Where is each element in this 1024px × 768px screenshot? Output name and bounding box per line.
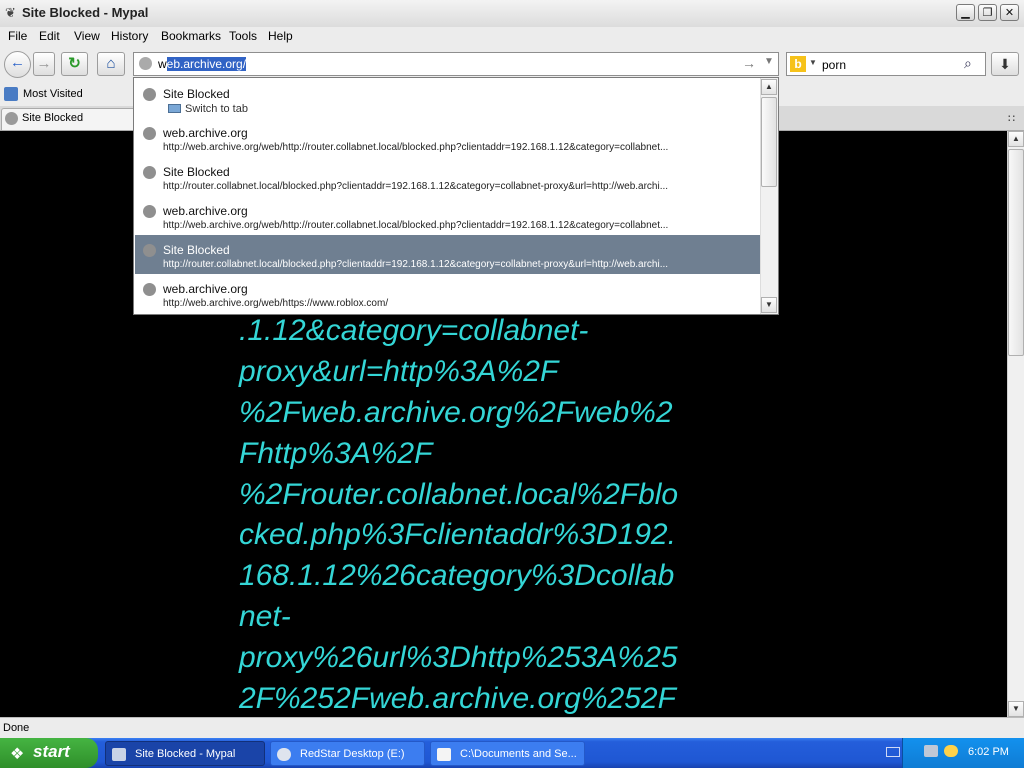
row-title: Site Blocked [163, 243, 230, 257]
globe-icon [143, 244, 156, 257]
download-button[interactable]: ⬇ [991, 52, 1019, 76]
task-label: RedStar Desktop (E:) [300, 748, 405, 760]
home-button[interactable]: ⌂ [97, 52, 125, 76]
archive-app-icon [437, 748, 451, 761]
row-title: Site Blocked [163, 87, 230, 101]
cd-drive-icon [277, 748, 291, 761]
blocked-url-text: .1.12&category=collabnet-proxy&url=http%… [239, 311, 759, 717]
row-title: web.archive.org [163, 282, 248, 296]
back-arrow-icon: ← [10, 54, 25, 71]
bing-engine-icon[interactable]: b [790, 56, 806, 72]
download-icon: ⬇ [999, 56, 1011, 72]
globe-icon [143, 283, 156, 296]
url-autofill-selection: eb.archive.org/ [166, 57, 247, 71]
autocomplete-row[interactable]: Site Blocked Switch to tab [135, 79, 760, 118]
menu-bookmarks[interactable]: Bookmarks [161, 29, 221, 43]
scroll-up-arrow-icon[interactable]: ▲ [761, 79, 777, 95]
menu-view[interactable]: View [74, 29, 100, 43]
globe-icon [139, 57, 152, 70]
browser-logo-icon: ❦ [5, 5, 16, 20]
taskbar-item-explorer[interactable]: C:\Documents and Se... [430, 741, 585, 766]
close-button[interactable]: ✕ [1000, 4, 1019, 21]
taskbar-item-mypal[interactable]: Site Blocked - Mypal [105, 741, 265, 766]
row-title: web.archive.org [163, 126, 248, 140]
row-url: http://router.collabnet.local/blocked.ph… [163, 181, 669, 192]
autocomplete-row[interactable]: web.archive.org http://web.archive.org/w… [135, 118, 760, 157]
switch-to-tab-icon [168, 104, 181, 113]
menu-edit[interactable]: Edit [39, 29, 60, 43]
title-bar [0, 0, 1024, 28]
taskbar-item-redstar[interactable]: RedStar Desktop (E:) [270, 741, 425, 766]
row-title: Site Blocked [163, 165, 230, 179]
task-label: Site Blocked - Mypal [135, 748, 236, 760]
search-input[interactable]: porn [822, 58, 846, 72]
start-label: start [33, 742, 70, 761]
go-arrow-icon[interactable]: → [742, 55, 756, 71]
scroll-down-arrow-icon[interactable]: ▼ [761, 297, 777, 313]
scroll-down-arrow-icon[interactable]: ▼ [1008, 701, 1024, 717]
globe-icon [143, 127, 156, 140]
row-url: http://web.archive.org/web/https://www.r… [163, 298, 389, 309]
forward-arrow-icon: → [36, 55, 52, 72]
menu-file[interactable]: File [8, 29, 27, 43]
tray-notification-icon[interactable] [944, 745, 958, 757]
browser-logo-icon [112, 748, 126, 761]
search-icon[interactable]: ⌕ [964, 55, 972, 72]
back-button[interactable]: ← [4, 51, 31, 78]
blocked-url-line: %2Fweb.archive.org%2Fweb%2 [239, 395, 673, 429]
window-title: Site Blocked - Mypal [22, 5, 149, 20]
maximize-button[interactable]: ❐ [978, 4, 997, 21]
autocomplete-row-selected[interactable]: Site Blocked http://router.collabnet.loc… [135, 235, 760, 274]
menu-bar [0, 27, 1024, 48]
tab-label: Site Blocked [22, 112, 84, 124]
url-input[interactable]: web.archive.org/ [158, 57, 247, 71]
autocomplete-row[interactable]: web.archive.org http://web.archive.org/w… [135, 274, 760, 313]
reload-icon: ↻ [68, 55, 81, 72]
most-visited-bookmark[interactable]: Most Visited [23, 88, 83, 100]
blocked-url-line: proxy&url=http%3A%2F [239, 354, 559, 388]
minimize-button[interactable]: ▁ [956, 4, 975, 21]
forward-button[interactable]: → [33, 52, 55, 76]
url-history-dropdown-icon[interactable]: ▼ [764, 56, 774, 67]
autocomplete-popup: Site Blocked Switch to tab web.archive.o… [133, 77, 779, 315]
globe-icon [5, 112, 18, 125]
home-icon: ⌂ [106, 55, 116, 72]
row-url: http://router.collabnet.local/blocked.ph… [163, 259, 669, 270]
menu-history[interactable]: History [111, 29, 148, 43]
list-all-tabs-icon[interactable]: ∷ [1008, 112, 1015, 125]
task-label: C:\Documents and Se... [460, 748, 577, 760]
blocked-url-line: .1.12&category=collabnet- [239, 314, 589, 347]
switch-to-tab-label: Switch to tab [185, 103, 248, 115]
network-icon[interactable] [924, 745, 938, 757]
row-url: http://web.archive.org/web/http://router… [163, 142, 669, 153]
status-text: Done [3, 722, 30, 734]
most-visited-icon [4, 87, 18, 101]
windows-flag-icon: ❖ [10, 746, 25, 763]
blocked-url-line: %2Frouter.collabnet.local%2Fblo [239, 477, 679, 511]
globe-icon [143, 88, 156, 101]
globe-icon [143, 166, 156, 179]
blocked-url-line: 168.1.12%26category%3Dcollab [239, 559, 675, 593]
blocked-url-line: cked.php%3Fclientaddr%3D192. [239, 518, 676, 552]
scroll-thumb[interactable] [1008, 149, 1024, 356]
blocked-url-line: proxy%26url%3Dhttp%253A%25 [239, 641, 678, 675]
clock: 6:02 PM [968, 746, 1009, 758]
engine-dropdown-icon[interactable]: ▼ [809, 58, 817, 67]
row-title: web.archive.org [163, 204, 248, 218]
blocked-url-line: Fhttp%3A%2F [239, 436, 433, 470]
row-url: http://web.archive.org/web/http://router… [163, 220, 669, 231]
keyboard-icon[interactable] [886, 747, 900, 757]
blocked-url-line: 2F%252Fweb.archive.org%252F [239, 682, 676, 716]
menu-tools[interactable]: Tools [229, 29, 257, 43]
blocked-url-line: net- [239, 600, 291, 634]
status-bar [0, 717, 1024, 738]
globe-icon [143, 205, 156, 218]
scroll-up-arrow-icon[interactable]: ▲ [1008, 131, 1024, 147]
autocomplete-row[interactable]: Site Blocked http://router.collabnet.loc… [135, 157, 760, 196]
url-typed-text: w [158, 57, 167, 71]
menu-help[interactable]: Help [268, 29, 293, 43]
reload-button[interactable]: ↻ [61, 52, 88, 76]
popup-scroll-thumb[interactable] [761, 97, 777, 187]
autocomplete-row[interactable]: web.archive.org http://web.archive.org/w… [135, 196, 760, 235]
